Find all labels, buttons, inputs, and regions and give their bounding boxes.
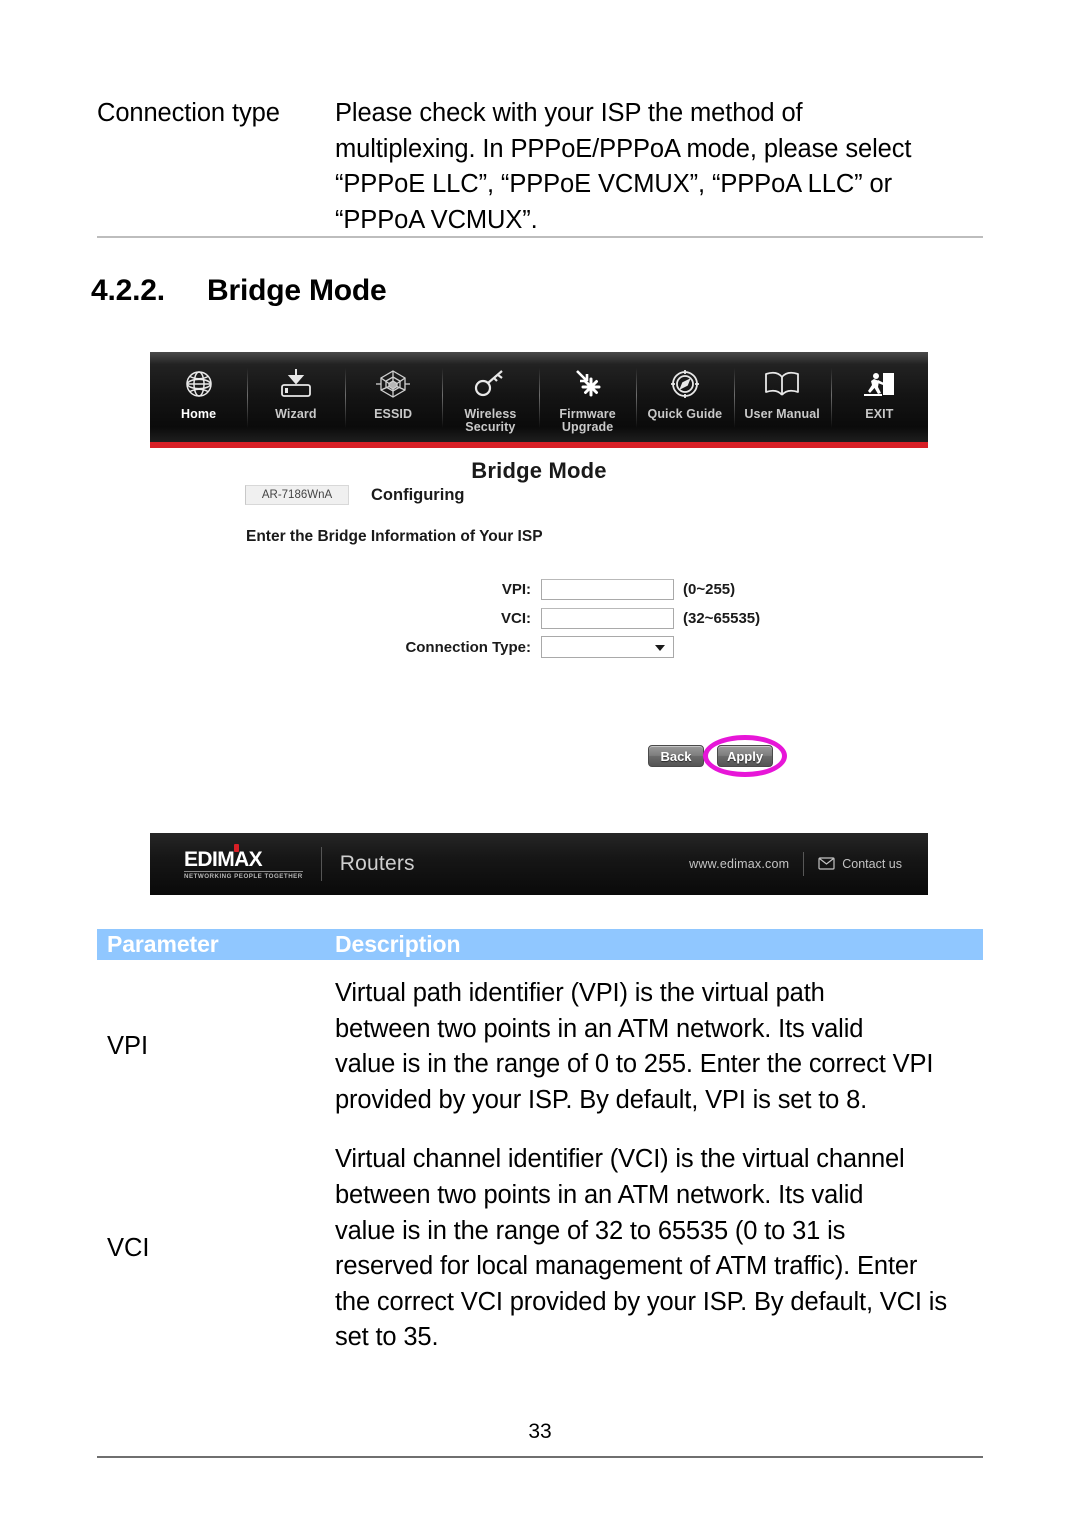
nav-label: Wireless Security (464, 407, 517, 434)
vpi-label: VPI: (501, 580, 531, 598)
compass-icon (666, 363, 704, 405)
footer-divider-rule (97, 1456, 983, 1458)
section-title: Bridge Mode (207, 274, 387, 307)
nav-item-quick-guide[interactable]: Quick Guide (636, 352, 733, 448)
form-row-connection-type: Connection Type: (393, 633, 760, 661)
vci-range-hint: (32~65535) (683, 609, 761, 627)
table-header-description: Description (335, 931, 461, 957)
text-line: provided by your ISP. By default, VPI is… (335, 1085, 868, 1114)
hex-web-icon (374, 363, 412, 405)
parameter-description-vpi: Virtual path identifier (VPI) is the vir… (335, 976, 983, 1118)
text-line: set to 35. (335, 1323, 439, 1352)
text-line: “PPPoA VCMUX”. (335, 205, 538, 234)
form-action-buttons: Back Apply (648, 735, 787, 777)
form-row-vci: VCI: (32~65535) (393, 604, 760, 632)
parameter-name-vci: VCI (107, 1234, 150, 1263)
logo-tagline: NETWORKING PEOPLE TOGETHER (184, 870, 303, 880)
instruction-text: Enter the Bridge Information of Your ISP (246, 528, 543, 545)
nav-item-wizard[interactable]: Wizard (247, 352, 344, 448)
vci-input[interactable] (541, 607, 674, 629)
nav-label: EXIT (865, 407, 894, 421)
parameter-description-vci: Virtual channel identifier (VCI) is the … (335, 1142, 983, 1356)
model-status-row: AR-7186WnA Configuring (245, 485, 464, 505)
page-title: 4.2.2. Bridge Mode (91, 274, 387, 308)
intro-parameter-row: Connection type Please check with your I… (97, 96, 983, 238)
table-header-parameter: Parameter (107, 931, 219, 957)
open-book-icon (760, 363, 804, 405)
text-line: Virtual channel identifier (VCI) is the … (335, 1145, 905, 1174)
text-line: between two points in an ATM network. It… (335, 1014, 864, 1043)
vpi-range-hint: (0~255) (683, 580, 736, 598)
nav-label: Firmware Upgrade (559, 407, 616, 434)
logo-wordmark: EDIMAX (184, 847, 263, 871)
device-download-icon (277, 363, 315, 405)
nav-item-user-manual[interactable]: User Manual (733, 352, 831, 448)
nav-item-home[interactable]: Home (150, 352, 247, 448)
footer-contact-link[interactable]: Contact us (818, 856, 902, 873)
footer-category: Routers (339, 852, 415, 875)
key-icon (471, 363, 509, 405)
apply-button-wrapper: Apply (703, 735, 787, 777)
nav-label: Home (181, 407, 217, 421)
table-row: VCI Virtual channel identifier (VCI) is … (97, 1118, 983, 1356)
back-button[interactable]: Back (648, 745, 704, 767)
router-page-title: Bridge Mode (471, 458, 607, 483)
chevron-down-icon (655, 645, 665, 651)
nav-item-wireless-security[interactable]: Wireless Security (441, 352, 539, 448)
nav-item-firmware-upgrade[interactable]: Firmware Upgrade (539, 352, 636, 448)
page-number: 33 (528, 1420, 552, 1443)
footer-separator (803, 852, 805, 876)
nav-label: Wizard (275, 407, 317, 421)
vpi-input[interactable] (541, 578, 674, 600)
nav-label: User Manual (744, 407, 820, 421)
section-number: 4.2.2. (91, 274, 165, 307)
connection-type-select[interactable] (541, 636, 674, 658)
model-name-box: AR-7186WnA (245, 485, 349, 505)
router-page-body: Bridge Mode AR-7186WnA Configuring Enter… (150, 448, 928, 833)
vci-label: VCI: (501, 609, 531, 627)
table-header-row: Parameter Description (97, 929, 983, 960)
table-row: VPI Virtual path identifier (VPI) is the… (97, 960, 983, 1118)
text-line: reserved for local management of ATM tra… (335, 1252, 918, 1281)
globe-icon (182, 363, 216, 405)
apply-button[interactable]: Apply (717, 745, 773, 767)
nav-item-exit[interactable]: EXIT (830, 352, 928, 448)
text-line: Virtual path identifier (VPI) is the vir… (335, 979, 825, 1007)
exit-running-man-icon (860, 363, 898, 405)
parameter-name-vpi: VPI (107, 1032, 149, 1061)
envelope-icon (818, 856, 835, 873)
footer-website-link[interactable]: www.edimax.com (689, 857, 789, 871)
footer-links: www.edimax.com Contact us (689, 852, 902, 876)
text-line: value is in the range of 0 to 255. Enter… (335, 1050, 934, 1079)
edimax-logo: EDIMAX NETWORKING PEOPLE TOGETHER (184, 843, 303, 880)
logo-accent-dot (234, 843, 239, 852)
status-label: Configuring (371, 485, 465, 504)
document-page: Connection type Please check with your I… (91, 0, 983, 1527)
nav-item-essid[interactable]: ESSID (344, 352, 442, 448)
router-nav-bar: Home Wizard ESSID Wireless Security Firm… (150, 352, 928, 448)
text-line: multiplexing. In PPPoE/PPPoA mode, pleas… (335, 134, 912, 163)
connection-type-label: Connection Type: (405, 638, 531, 656)
horizontal-divider (97, 236, 983, 238)
text-line: Please check with your ISP the method of (335, 99, 803, 127)
nav-label: ESSID (374, 407, 413, 421)
nav-label: Quick Guide (647, 407, 723, 421)
contact-label: Contact us (842, 857, 902, 871)
intro-parameter-description: Please check with your ISP the method of… (335, 96, 983, 238)
intro-parameter-name: Connection type (97, 99, 280, 127)
text-line: between two points in an ATM network. It… (335, 1180, 864, 1209)
text-line: the correct VCI provided by your ISP. By… (335, 1287, 947, 1316)
text-line: “PPPoE LLC”, “PPPoE VCMUX”, “PPPoA LLC” … (335, 170, 892, 199)
firmware-upgrade-icon (569, 363, 607, 405)
form-row-vpi: VPI: (0~255) (393, 575, 760, 603)
parameter-table: Parameter Description VPI Virtual path i… (97, 929, 983, 1356)
router-footer-bar: EDIMAX NETWORKING PEOPLE TOGETHER Router… (150, 833, 928, 895)
text-line: value is in the range of 32 to 65535 (0 … (335, 1216, 846, 1245)
router-ui-screenshot: Home Wizard ESSID Wireless Security Firm… (150, 352, 928, 895)
bridge-settings-form: VPI: (0~255) VCI: (32~65535) Connection … (393, 575, 760, 662)
footer-divider (320, 847, 322, 881)
